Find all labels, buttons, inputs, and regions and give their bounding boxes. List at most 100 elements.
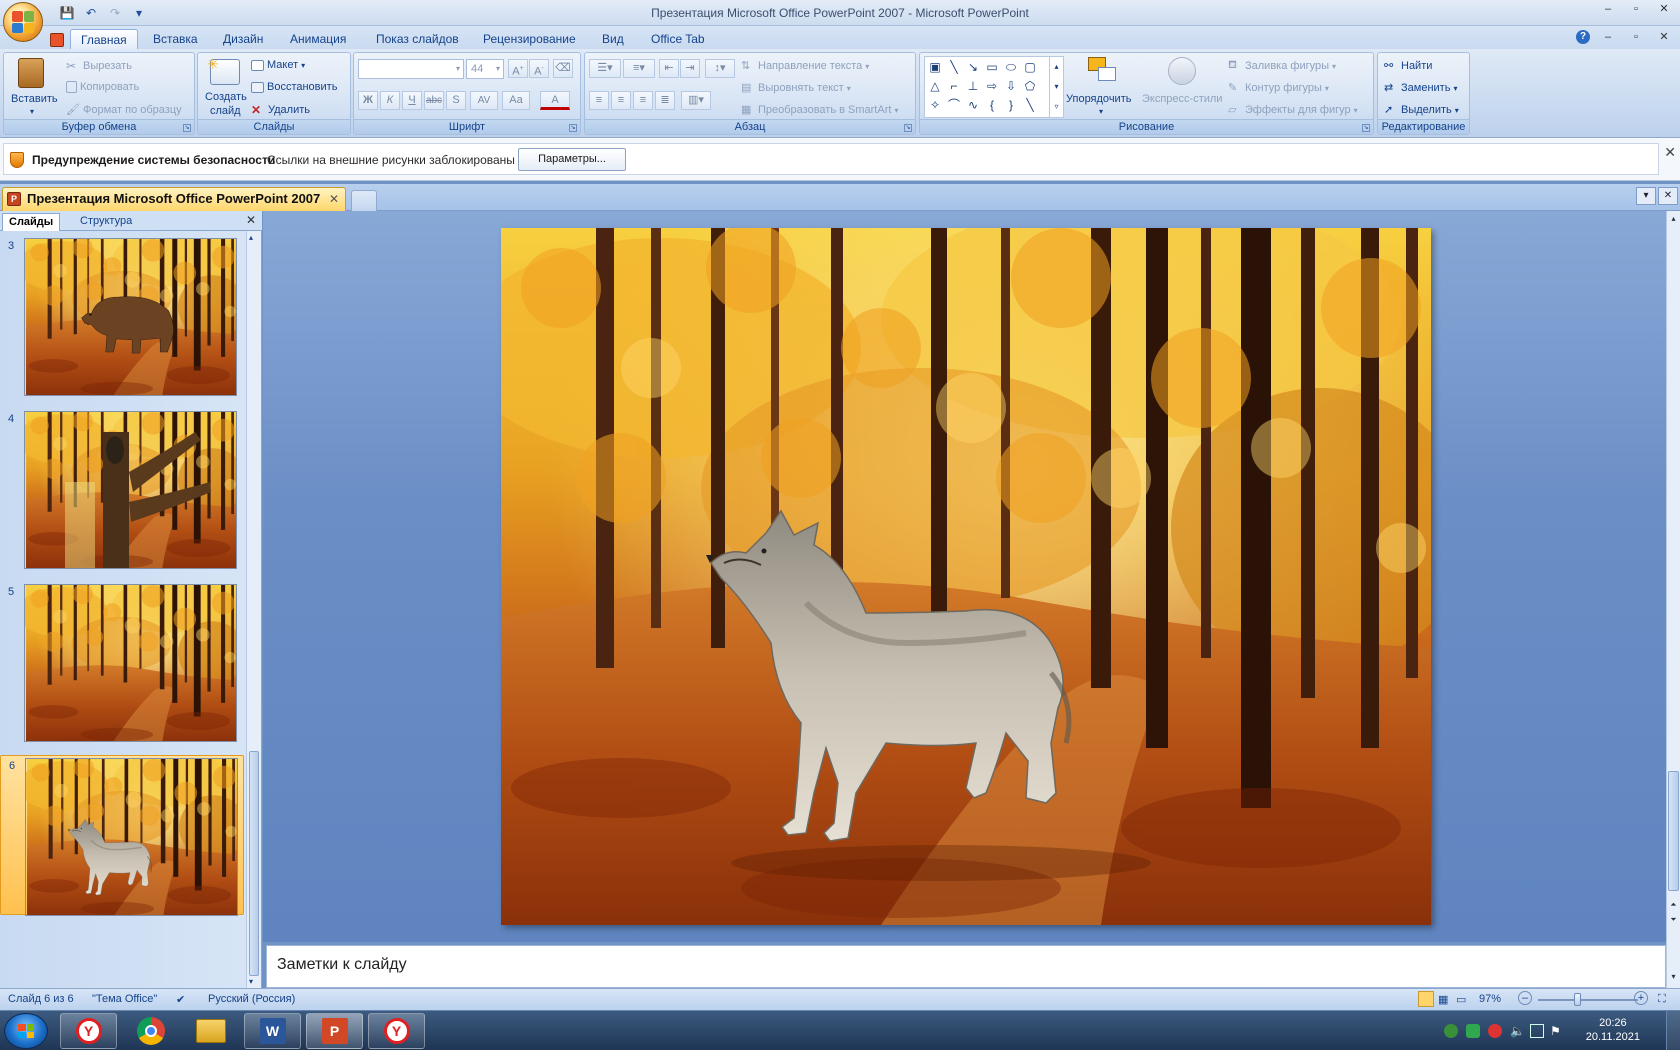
network-icon[interactable] xyxy=(1530,1024,1544,1038)
bold-button[interactable]: Ж xyxy=(358,91,378,110)
arrow-line-shape-icon[interactable]: ↘ xyxy=(965,59,981,75)
font-name-combo[interactable]: ▾ xyxy=(358,59,464,79)
taskbar-explorer[interactable] xyxy=(182,1013,239,1049)
document-tab-close-icon[interactable]: ✕ xyxy=(329,188,339,210)
line-spacing-button[interactable]: ↕▾ xyxy=(705,59,735,78)
zoom-in-icon[interactable]: + xyxy=(1634,991,1648,1005)
paste-button[interactable]: Вставить ▾ xyxy=(8,55,58,119)
scroll-up-icon[interactable]: ▴ xyxy=(1668,213,1679,224)
grow-font-button[interactable]: A+ xyxy=(508,59,528,78)
slide-sorter-icon[interactable]: ▦ xyxy=(1438,993,1448,1006)
columns-button[interactable]: ▥▾ xyxy=(681,91,711,110)
previous-slide-icon[interactable]: ⏶ xyxy=(1668,899,1679,910)
new-slide-button[interactable]: ✳ Создать слайд xyxy=(202,55,248,119)
tab-animation[interactable]: Анимация xyxy=(280,29,356,50)
clock[interactable]: 20:26 20.11.2021 xyxy=(1586,1016,1640,1044)
taskbar-yandex-browser-2[interactable]: Y xyxy=(368,1013,425,1049)
freeform-shape-icon[interactable]: ⬠ xyxy=(1022,78,1038,94)
rounded-rect-shape-icon[interactable]: ▢ xyxy=(1022,59,1038,75)
strikethrough-button[interactable]: abc xyxy=(424,91,444,110)
text-direction-button[interactable]: ⇅ Направление текста ▾ xyxy=(741,59,869,73)
clipboard-launcher-icon[interactable]: ↘ xyxy=(183,124,191,132)
tab-close-all-icon[interactable]: ✕ xyxy=(1658,187,1678,205)
office-tab-icon[interactable] xyxy=(48,29,66,50)
align-right-button[interactable]: ≡ xyxy=(633,91,653,110)
arrange-button[interactable]: Упорядочить ▾ xyxy=(1066,55,1140,119)
star-shape-icon[interactable]: ✧ xyxy=(927,97,943,113)
numbering-button[interactable]: ≡▾ xyxy=(623,59,655,78)
decrease-indent-button[interactable]: ⇤ xyxy=(659,59,679,78)
slide-scrollbar[interactable]: ▴ ⏶ ⏷ ▾ xyxy=(1666,211,1680,988)
notes-pane[interactable]: Заметки к слайду xyxy=(266,945,1666,988)
diagonal-line-shape-icon[interactable]: ╲ xyxy=(1022,97,1038,113)
close-icon[interactable]: ✕ xyxy=(1654,2,1674,16)
line-shape-icon[interactable]: ╲ xyxy=(946,59,962,75)
slide-thumbnail[interactable]: 4 xyxy=(0,409,244,569)
paragraph-launcher-icon[interactable]: ↘ xyxy=(904,124,912,132)
show-desktop-button[interactable] xyxy=(1666,1011,1680,1050)
volume-icon[interactable]: 🔈 xyxy=(1510,1024,1525,1038)
font-size-combo[interactable]: 44 ▾ xyxy=(466,59,504,79)
security-options-button[interactable]: Параметры... xyxy=(518,148,626,171)
underline-button[interactable]: Ч xyxy=(402,91,422,110)
language-indicator[interactable]: Русский (Россия) xyxy=(208,993,295,1005)
current-slide[interactable] xyxy=(501,228,1431,925)
reset-button[interactable]: Восстановить xyxy=(251,81,337,93)
scroll-down-icon[interactable]: ▾ xyxy=(249,977,253,986)
textbox-shape-icon[interactable]: ▣ xyxy=(927,59,943,75)
tab-design[interactable]: Дизайн xyxy=(213,29,273,50)
justify-button[interactable]: ≣ xyxy=(655,91,675,110)
tab-view[interactable]: Вид xyxy=(592,29,634,50)
sync-icon[interactable] xyxy=(1466,1024,1480,1038)
shadow-button[interactable]: S xyxy=(446,91,466,110)
security-close-icon[interactable]: ✕ xyxy=(1664,144,1676,161)
doc-restore-icon[interactable]: ▫ xyxy=(1626,30,1646,44)
replace-button[interactable]: ⇄ Заменить ▾ xyxy=(1384,81,1457,95)
maximize-icon[interactable]: ▫ xyxy=(1626,2,1646,16)
align-center-button[interactable]: ≡ xyxy=(611,91,631,110)
panel-scrollbar[interactable]: ▴ ▾ xyxy=(246,231,261,988)
right-brace-shape-icon[interactable]: } xyxy=(1003,97,1019,113)
tab-review[interactable]: Рецензирование xyxy=(473,29,586,50)
slide-thumbnail[interactable]: 5 xyxy=(0,582,244,742)
shapes-scroll[interactable]: ▴ ▾ ▿ xyxy=(1049,57,1063,117)
smartart-button[interactable]: ▦ Преобразовать в SmartArt ▾ xyxy=(741,103,898,117)
right-arrow-shape-icon[interactable]: ⇨ xyxy=(984,78,1000,94)
panel-scroll-thumb[interactable] xyxy=(249,751,259,976)
panel-close-icon[interactable]: ✕ xyxy=(246,213,256,227)
char-spacing-button[interactable]: AV xyxy=(470,91,498,110)
tab-slides[interactable]: Слайды xyxy=(2,213,61,231)
shapes-gallery[interactable]: ▣ ╲ ↘ ▭ ⬭ ▢ △ ⌐ ⊥ ⇨ ⇩ ⬠ ✧ ⌒ ∿ { } ╲ ▴ ▾ ▿ xyxy=(924,56,1064,118)
triangle-shape-icon[interactable]: △ xyxy=(927,78,943,94)
minimize-icon[interactable]: – xyxy=(1598,2,1618,16)
spellcheck-icon[interactable]: ✔ xyxy=(176,993,185,1006)
doc-minimize-icon[interactable]: – xyxy=(1598,30,1618,44)
bullets-button[interactable]: ☰▾ xyxy=(589,59,621,78)
antivirus-icon[interactable] xyxy=(1444,1024,1458,1038)
taskbar-yandex-browser[interactable]: Y xyxy=(60,1013,117,1049)
select-button[interactable]: ➚ Выделить ▾ xyxy=(1384,103,1459,117)
font-color-button[interactable]: A xyxy=(540,91,570,110)
delete-slide-button[interactable]: ✕ Удалить xyxy=(251,103,310,117)
tab-outline[interactable]: Структура xyxy=(74,213,138,231)
zoom-slider[interactable] xyxy=(1538,999,1638,1001)
scroll-down-icon[interactable]: ▾ xyxy=(1668,971,1679,982)
elbow-connector-shape-icon[interactable]: ⊥ xyxy=(965,78,981,94)
arc-shape-icon[interactable]: ⌒ xyxy=(946,97,962,113)
help-icon[interactable]: ? xyxy=(1576,30,1590,44)
layout-button[interactable]: Макет ▾ xyxy=(251,59,305,71)
find-button[interactable]: ⚯ Найти xyxy=(1384,59,1432,73)
cut-button[interactable]: ✂ Вырезать xyxy=(66,59,132,73)
tab-insert[interactable]: Вставка xyxy=(143,29,208,50)
increase-indent-button[interactable]: ⇥ xyxy=(680,59,700,78)
yandex-disk-icon[interactable] xyxy=(1488,1024,1502,1038)
action-center-flag-icon[interactable]: ⚑ xyxy=(1550,1024,1564,1038)
slide-thumbnail[interactable]: 3 xyxy=(0,236,244,396)
doc-close-icon[interactable]: ✕ xyxy=(1654,30,1674,44)
align-text-button[interactable]: ▤ Выровнять текст ▾ xyxy=(741,81,851,95)
zoom-out-icon[interactable]: – xyxy=(1518,991,1532,1005)
left-brace-shape-icon[interactable]: { xyxy=(984,97,1000,113)
font-launcher-icon[interactable]: ↘ xyxy=(569,124,577,132)
format-painter-button[interactable]: 🖌 Формат по образцу xyxy=(66,103,182,117)
new-tab-button[interactable] xyxy=(351,190,377,211)
